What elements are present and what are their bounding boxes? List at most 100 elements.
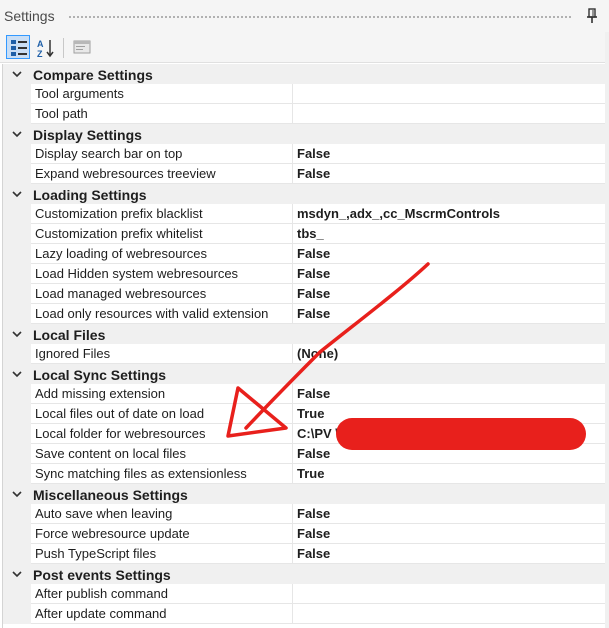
- window-title: Settings: [4, 8, 55, 24]
- property-grid: Compare Settings Tool arguments Tool path D…: [2, 64, 607, 628]
- property-name[interactable]: Tool path: [31, 104, 293, 124]
- row-margin: [3, 384, 31, 404]
- property-name[interactable]: After publish command: [31, 584, 293, 604]
- row-margin: [3, 164, 31, 184]
- property-name[interactable]: Display search bar on top: [31, 144, 293, 164]
- chevron-down-icon[interactable]: [3, 124, 31, 144]
- row-margin: [3, 344, 31, 364]
- settings-window: Settings A Z Compare Settings Tool argum…: [0, 0, 609, 628]
- title-grip[interactable]: [68, 15, 573, 20]
- chevron-down-icon[interactable]: [3, 364, 31, 384]
- categorized-button[interactable]: [6, 35, 30, 59]
- property-row[interactable]: Ignored Files (None): [3, 344, 606, 364]
- property-value[interactable]: False: [293, 144, 606, 164]
- property-name[interactable]: Force webresource update: [31, 524, 293, 544]
- row-margin: [3, 584, 31, 604]
- property-value[interactable]: [293, 584, 606, 604]
- chevron-down-icon[interactable]: [3, 64, 31, 84]
- property-value[interactable]: [293, 84, 606, 104]
- category-name: Miscellaneous Settings: [33, 487, 188, 503]
- row-margin: [3, 144, 31, 164]
- category-header[interactable]: Compare Settings: [3, 64, 606, 84]
- row-margin: [3, 424, 31, 444]
- property-row[interactable]: Tool path: [3, 104, 606, 124]
- category-header[interactable]: Local Sync Settings: [3, 364, 606, 384]
- property-row[interactable]: After update command: [3, 604, 606, 624]
- property-value[interactable]: [293, 104, 606, 124]
- property-value[interactable]: True: [293, 464, 606, 484]
- property-name[interactable]: Load only resources with valid extension: [31, 304, 293, 324]
- property-row[interactable]: Add missing extension False: [3, 384, 606, 404]
- category-header[interactable]: Loading Settings: [3, 184, 606, 204]
- property-row[interactable]: Customization prefix blacklist msdyn_,adx…: [3, 204, 606, 224]
- svg-text:A: A: [37, 39, 44, 49]
- property-name[interactable]: Lazy loading of webresources: [31, 244, 293, 264]
- property-row[interactable]: Force webresource update False: [3, 524, 606, 544]
- property-value[interactable]: msdyn_,adx_,cc_MscrmControls: [293, 204, 606, 224]
- title-bar: Settings: [0, 0, 609, 32]
- property-name[interactable]: Push TypeScript files: [31, 544, 293, 564]
- alphabetical-sort-button[interactable]: A Z: [33, 35, 57, 59]
- row-margin: [3, 284, 31, 304]
- property-row[interactable]: Display search bar on top False: [3, 144, 606, 164]
- alphabetical-sort-icon: A Z: [37, 39, 54, 58]
- property-value[interactable]: False: [293, 264, 606, 284]
- property-row[interactable]: Expand webresources treeview False: [3, 164, 606, 184]
- row-margin: [3, 104, 31, 124]
- property-value[interactable]: [293, 604, 606, 624]
- property-value[interactable]: (None): [293, 344, 606, 364]
- property-row[interactable]: Load Hidden system webresources False: [3, 264, 606, 284]
- property-row[interactable]: Lazy loading of webresources False: [3, 244, 606, 264]
- right-edge: [605, 32, 609, 628]
- chevron-down-icon[interactable]: [3, 564, 31, 584]
- category-name: Local Sync Settings: [33, 367, 167, 383]
- property-value[interactable]: False: [293, 524, 606, 544]
- chevron-down-icon[interactable]: [3, 484, 31, 504]
- property-row[interactable]: Sync matching files as extensionless True: [3, 464, 606, 484]
- property-value[interactable]: False: [293, 244, 606, 264]
- pin-icon[interactable]: [585, 8, 599, 27]
- property-name[interactable]: Add missing extension: [31, 384, 293, 404]
- category-header[interactable]: Local Files: [3, 324, 606, 344]
- property-value[interactable]: False: [293, 304, 606, 324]
- category-name: Compare Settings: [33, 67, 153, 83]
- property-value[interactable]: tbs_: [293, 224, 606, 244]
- property-value[interactable]: False: [293, 284, 606, 304]
- category-header[interactable]: Miscellaneous Settings: [3, 484, 606, 504]
- row-margin: [3, 604, 31, 624]
- svg-text:Z: Z: [37, 49, 43, 58]
- property-row[interactable]: Load only resources with valid extension…: [3, 304, 606, 324]
- category-header[interactable]: Post events Settings: [3, 564, 606, 584]
- property-name[interactable]: After update command: [31, 604, 293, 624]
- property-row[interactable]: Push TypeScript files False: [3, 544, 606, 564]
- property-value[interactable]: False: [293, 384, 606, 404]
- chevron-down-icon[interactable]: [3, 324, 31, 344]
- property-name[interactable]: Customization prefix blacklist: [31, 204, 293, 224]
- property-row[interactable]: Load managed webresources False: [3, 284, 606, 304]
- row-margin: [3, 544, 31, 564]
- property-row[interactable]: Customization prefix whitelist tbs_: [3, 224, 606, 244]
- row-margin: [3, 244, 31, 264]
- property-name[interactable]: Sync matching files as extensionless: [31, 464, 293, 484]
- property-name[interactable]: Load managed webresources: [31, 284, 293, 304]
- property-name[interactable]: Ignored Files: [31, 344, 293, 364]
- property-row[interactable]: Auto save when leaving False: [3, 504, 606, 524]
- property-name[interactable]: Save content on local files: [31, 444, 293, 464]
- property-row[interactable]: Tool arguments: [3, 84, 606, 104]
- categorized-icon: [11, 40, 27, 56]
- property-row[interactable]: After publish command: [3, 584, 606, 604]
- property-name[interactable]: Local files out of date on load: [31, 404, 293, 424]
- category-header[interactable]: Display Settings: [3, 124, 606, 144]
- property-name[interactable]: Customization prefix whitelist: [31, 224, 293, 244]
- property-pages-button[interactable]: [70, 35, 94, 59]
- property-name[interactable]: Tool arguments: [31, 84, 293, 104]
- property-value[interactable]: False: [293, 164, 606, 184]
- property-name[interactable]: Auto save when leaving: [31, 504, 293, 524]
- property-name[interactable]: Expand webresources treeview: [31, 164, 293, 184]
- property-value[interactable]: False: [293, 504, 606, 524]
- row-margin: [3, 444, 31, 464]
- property-value[interactable]: False: [293, 544, 606, 564]
- chevron-down-icon[interactable]: [3, 184, 31, 204]
- property-name[interactable]: Local folder for webresources: [31, 424, 293, 444]
- property-name[interactable]: Load Hidden system webresources: [31, 264, 293, 284]
